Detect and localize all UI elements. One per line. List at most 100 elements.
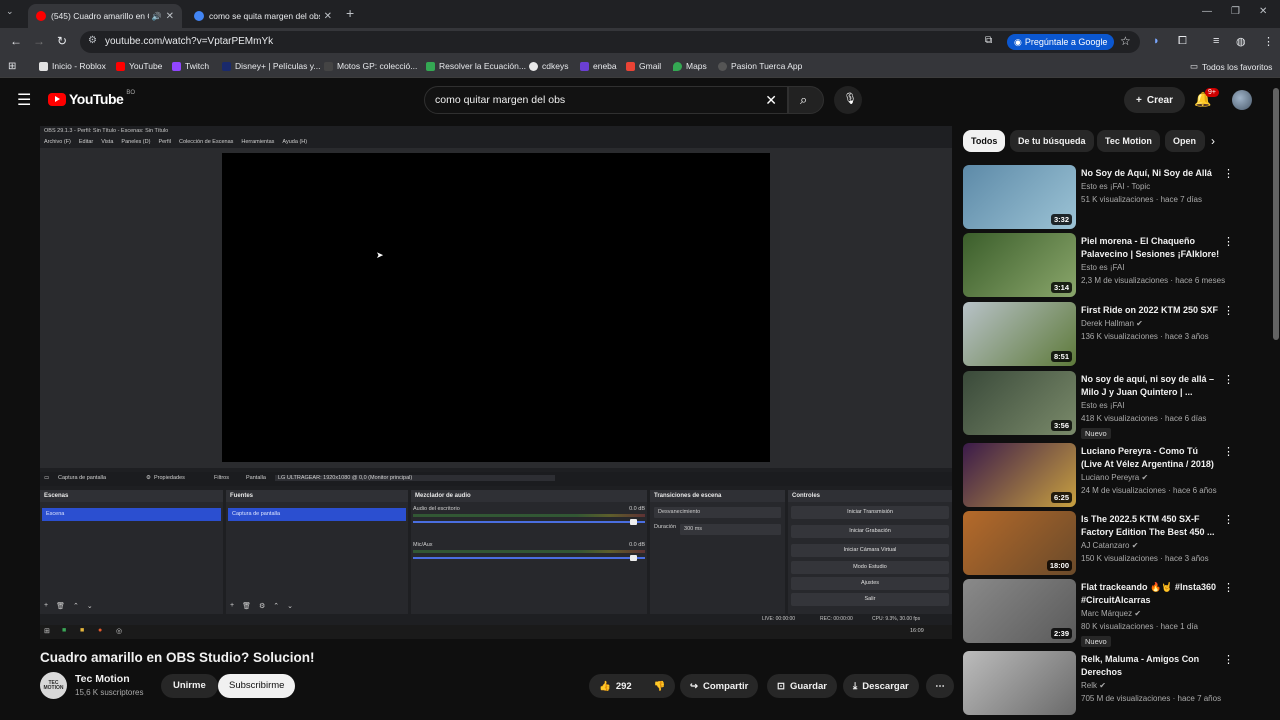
more-vertical-icon[interactable]: ⋮ [1223,581,1234,594]
recommended-channel[interactable]: Luciano Pereyra ✔ [1081,473,1148,482]
bookmark-disney[interactable]: Disney+ | Películas y... [222,61,320,71]
subscribe-button[interactable]: Subscribirme [218,674,296,698]
video-thumbnail[interactable]: 2:39 [963,579,1076,643]
bookmark-motogp[interactable]: Motos GP: colecció... [324,61,417,71]
bookmark-cdkeys[interactable]: cdkeys [529,61,568,71]
clear-search-icon[interactable]: ✕ [765,92,777,109]
tab-search-icon[interactable]: ⌄ [6,6,14,17]
chip-from-search[interactable]: De tu búsqueda [1010,130,1094,152]
video-player[interactable]: OBS 29.1.3 - Perfil: Sin Título - Escena… [40,126,952,639]
create-button[interactable]: + Crear [1124,87,1185,113]
recommended-video[interactable]: 3:56 No soy de aquí, ni soy de allá – Mil… [963,371,1263,439]
forward-icon[interactable]: → [33,34,45,48]
video-thumbnail[interactable]: 8:51 [963,302,1076,366]
recommended-title[interactable]: First Ride on 2022 KTM 250 SXF [1081,304,1221,317]
recommended-title[interactable]: Is The 2022.5 KTM 450 SX-F Factory Editi… [1081,513,1221,539]
download-button[interactable]: ⤓ Descargar [843,674,919,698]
new-tab-icon[interactable]: + [346,5,354,21]
reading-list-icon[interactable]: ≡ [1213,35,1219,47]
extensions-puzzle-icon[interactable]: ⧠ [1178,35,1187,48]
youtube-logo[interactable]: YouTube BO [48,90,135,107]
recommended-title[interactable]: No soy de aquí, ni soy de allá – Milo J … [1081,373,1221,399]
recommended-video[interactable]: 3:14 Piel morena - El Chaqueño Palavecino… [963,233,1263,297]
search-query[interactable]: como quitar margen del obs [435,94,565,106]
chip-channel[interactable]: Tec Motion [1097,130,1160,152]
bookmark-twitch[interactable]: Twitch [172,61,209,71]
bookmark-youtube[interactable]: YouTube [116,61,162,71]
channel-avatar[interactable]: TEC MOTION [40,672,67,699]
more-vertical-icon[interactable]: ⋮ [1223,513,1234,526]
channel-name[interactable]: Tec Motion [75,673,130,685]
recommended-title[interactable]: Flat trackeando 🔥🤘 #Insta360 #CircuitAlc… [1081,581,1221,607]
browser-tab-active[interactable]: (545) Cuadro amarillo en O 🔊 ✕ [28,4,182,28]
bookmark-equation[interactable]: Resolver la Ecuación... [426,61,526,71]
address-bar[interactable]: ⚙ youtube.com/watch?v=VptarPEMmYk ⧉ ◉ Pr… [80,31,1140,53]
restore-icon[interactable]: ❐ [1231,6,1240,17]
recommended-video[interactable]: 3:32 No Soy de Aquí, Ni Soy de Allá Esto e… [963,165,1263,229]
thumbs-up-icon[interactable]: 👍 [599,681,611,692]
install-app-icon[interactable]: ⧉ [985,35,992,46]
tab-audio-icon[interactable]: 🔊 [152,12,162,21]
more-vertical-icon[interactable]: ⋮ [1223,235,1234,248]
user-avatar[interactable] [1232,90,1252,110]
extension-icon[interactable]: ◗ [1153,35,1160,47]
browser-tab[interactable]: como se quita margen del obs ✕ [186,4,340,28]
recommended-title[interactable]: No Soy de Aquí, Ni Soy de Allá [1081,167,1221,180]
video-thumbnail[interactable] [963,651,1076,715]
recommended-channel[interactable]: Esto es ¡FAI [1081,401,1125,410]
recommended-channel[interactable]: Derek Hallman ✔ [1081,319,1143,328]
share-button[interactable]: ↪ Compartir [680,674,759,698]
page-scrollbar[interactable] [1273,88,1279,340]
reload-icon[interactable]: ↻ [57,34,67,48]
chevron-right-icon[interactable]: › [1211,134,1215,148]
more-vertical-icon[interactable]: ⋮ [1223,167,1234,180]
recommended-title[interactable]: Relk, Maluma - Amigos Con Derechos [1081,653,1221,679]
bookmark-pasion-tuerca[interactable]: Pasion Tuerca App [718,61,802,71]
more-vertical-icon[interactable]: ⋮ [1223,373,1234,386]
recommended-video[interactable]: 6:25 Luciano Pereyra - Como Tú (Live At V… [963,443,1263,507]
close-window-icon[interactable]: ✕ [1259,6,1267,17]
bookmark-star-icon[interactable]: ☆ [1120,34,1131,48]
site-info-icon[interactable]: ⚙ [88,35,97,46]
chip-all[interactable]: Todos [963,130,1006,152]
ask-google-button[interactable]: ◉ Pregúntale a Google [1007,34,1115,50]
recommended-video[interactable]: 8:51 First Ride on 2022 KTM 250 SXF Derek … [963,302,1263,366]
video-thumbnail[interactable]: 3:32 [963,165,1076,229]
search-button[interactable]: ⌕ [788,86,824,114]
more-vertical-icon[interactable]: ⋮ [1223,304,1234,317]
more-actions-button[interactable]: ⋯ [926,674,954,698]
chrome-menu-icon[interactable]: ⋮ [1263,35,1274,48]
bookmark-roblox[interactable]: Inicio - Roblox [39,61,106,71]
hamburger-menu-icon[interactable]: ☰ [17,90,31,110]
bookmark-maps[interactable]: Maps [673,61,707,71]
recommended-channel[interactable]: Esto es ¡FAI [1081,263,1125,272]
thumbs-down-icon[interactable]: 👎 [654,681,666,692]
url-text[interactable]: youtube.com/watch?v=VptarPEMmYk [105,36,273,47]
video-thumbnail[interactable]: 6:25 [963,443,1076,507]
chip-open[interactable]: Open [1165,130,1205,152]
video-thumbnail[interactable]: 3:56 [963,371,1076,435]
recommended-title[interactable]: Luciano Pereyra - Como Tú (Live At Vélez… [1081,445,1221,471]
recommended-channel[interactable]: Relk ✔ [1081,681,1106,690]
bookmark-gmail[interactable]: Gmail [626,61,661,71]
close-tab-icon[interactable]: ✕ [166,11,174,22]
save-button[interactable]: ⊡ Guardar [767,674,837,698]
video-thumbnail[interactable]: 3:14 [963,233,1076,297]
back-icon[interactable]: ← [10,34,22,48]
close-tab-icon[interactable]: ✕ [324,11,332,22]
like-count[interactable]: 292 [616,681,632,692]
bookmark-eneba[interactable]: eneba [580,61,617,71]
recommended-channel[interactable]: Esto es ¡FAI - Topic [1081,182,1150,191]
recommended-channel[interactable]: Marc Márquez ✔ [1081,609,1141,618]
voice-search-button[interactable]: 🎙 [834,86,862,114]
video-thumbnail[interactable]: 18:00 [963,511,1076,575]
more-vertical-icon[interactable]: ⋮ [1223,445,1234,458]
join-button[interactable]: Unirme [161,674,218,698]
recommended-channel[interactable]: AJ Catanzaro ✔ [1081,541,1138,550]
profile-icon[interactable]: ◍ [1236,35,1246,48]
all-bookmarks[interactable]: ▭ Todos los favoritos [1190,61,1272,72]
recommended-video[interactable]: 2:39 Flat trackeando 🔥🤘 #Insta360 #Circui… [963,579,1263,647]
recommended-video[interactable]: 18:00 Is The 2022.5 KTM 450 SX-F Factory … [963,511,1263,575]
recommended-video[interactable]: Relk, Maluma - Amigos Con Derechos Relk ✔… [963,651,1263,715]
search-input[interactable]: como quitar margen del obs ✕ [424,86,788,114]
